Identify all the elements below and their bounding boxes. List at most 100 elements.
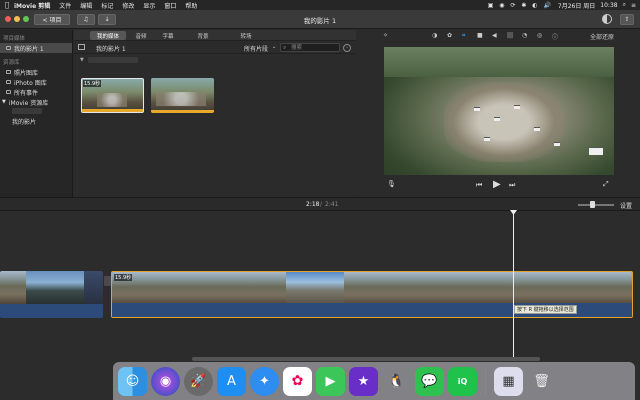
house-image — [474, 107, 480, 111]
reset-all-button[interactable]: 全部还原 — [590, 32, 614, 41]
sidebar-item-label: iPhoto 图库 — [14, 79, 47, 87]
browser-path: 我的影片 1 — [96, 46, 126, 53]
sidebar-item-my-movie[interactable]: 我的影片 — [0, 116, 72, 126]
menu-help[interactable]: 帮助 — [185, 1, 197, 10]
time-separator: / — [320, 201, 323, 208]
section-project-media: 项目媒体 — [3, 36, 26, 42]
tab-transitions[interactable]: 转场 — [234, 31, 258, 40]
trash-icon[interactable]: 🗑 — [527, 367, 556, 396]
zoom-slider[interactable] — [578, 204, 614, 206]
preview-icon[interactable]: ▦ — [494, 366, 523, 396]
clip-frame — [228, 272, 286, 305]
house-image — [494, 117, 500, 121]
menu-window[interactable]: 窗口 — [164, 1, 176, 10]
menu-modify[interactable]: 修改 — [122, 1, 134, 10]
house-image — [534, 127, 540, 131]
filter-icon[interactable]: ◎ — [537, 32, 542, 39]
tab-audio[interactable]: 音频 — [129, 31, 153, 40]
fullscreen-icon[interactable]: ⤢ — [603, 180, 609, 189]
timeline-scrollbar[interactable] — [192, 357, 540, 361]
clip-frame — [286, 272, 344, 305]
playback-controls: 🎙 ⏮ ▶ ⏭ ⤢ — [357, 179, 640, 192]
volume-icon[interactable]: ◀ — [492, 32, 497, 39]
sidebar-toggle-icon[interactable] — [78, 44, 85, 50]
dock-divider — [485, 367, 486, 395]
qq-icon[interactable]: 🐧 — [382, 367, 411, 396]
event-disclosure-icon[interactable]: ▼ — [80, 57, 84, 63]
microphone-icon[interactable]: 🎙 — [387, 180, 396, 188]
iqiyi-icon[interactable]: iQ — [448, 366, 477, 396]
safari-icon[interactable]: ✦ — [250, 366, 279, 396]
status-icons: ▣ ◉ ⟳ ✱ ◐ 🔊 — [487, 1, 553, 9]
filter-select[interactable]: 所有片段 — [244, 44, 268, 53]
wechat-icon[interactable]: 💬 — [415, 366, 444, 396]
menubar-date: 7月26日 周日 — [557, 2, 596, 10]
clip-frame — [84, 271, 103, 304]
color-correction-icon[interactable]: ✿ — [447, 32, 452, 39]
window-title: 我的影片 1 — [303, 17, 337, 25]
clip-duration: 15.9秒 — [83, 80, 102, 87]
section-libraries: 资源库 — [3, 60, 20, 66]
search-input[interactable]: 搜索 — [280, 43, 340, 52]
timeline-settings-button[interactable]: 设置 — [620, 201, 632, 210]
finder-icon[interactable]: ☺ — [118, 366, 147, 396]
app-store-icon[interactable]: A — [217, 366, 246, 396]
skip-forward-icon[interactable]: ⏭ — [509, 181, 515, 190]
timeline-clip[interactable] — [0, 271, 103, 318]
transition-icon[interactable] — [104, 276, 111, 286]
info-icon[interactable]: ⓘ — [552, 32, 558, 41]
menu-list-icon[interactable]: ≡ — [631, 2, 636, 9]
magic-wand-icon[interactable]: ✧ — [383, 32, 388, 39]
menu-app[interactable]: iMovie 剪辑 — [14, 1, 50, 10]
speed-icon[interactable]: ◔ — [522, 32, 527, 39]
launchpad-icon[interactable]: 🚀 — [184, 366, 213, 396]
equalizer-icon[interactable]: ||| — [507, 32, 513, 39]
playhead-handle[interactable] — [510, 210, 517, 215]
clip-frame — [518, 272, 576, 305]
sidebar-item-project[interactable]: 我的影片 1 — [0, 43, 72, 53]
stabilization-icon[interactable]: ■ — [477, 32, 483, 39]
tab-my-media[interactable]: 我的媒体 — [90, 31, 126, 40]
menu-view[interactable]: 显示 — [143, 1, 155, 10]
sidebar-item-all-events[interactable]: 所有事件 — [0, 87, 72, 97]
adjust-toolbar: ✧ ◑ ✿ ⌗ ■ ◀ ||| ◔ ◎ ⓘ 全部还原 — [357, 30, 640, 42]
village-image — [444, 82, 564, 162]
menu-edit[interactable]: 编辑 — [80, 1, 92, 10]
sidebar-item-imovie-library[interactable]: ▼ iMovie 资源库 — [0, 97, 72, 107]
library-sidebar: 项目媒体 我的影片 1 资源库 照片图库 iPhoto 图库 所有事件 ▼ iMo… — [0, 30, 73, 197]
browser-subbar: 我的影片 1 所有片段 ⌄ 搜索 ⌕ · — [74, 42, 356, 54]
facetime-icon[interactable]: ▶ — [316, 366, 345, 396]
apple-icon[interactable]:  — [0, 1, 14, 9]
share-icon[interactable]: ⇪ — [620, 14, 634, 25]
search-icon[interactable]: ⌕ — [623, 1, 626, 9]
playhead[interactable] — [513, 211, 514, 361]
media-clip-thumbnail[interactable]: 15.9秒 — [81, 78, 144, 113]
settings-icon[interactable]: · — [343, 44, 351, 52]
theme-icon[interactable] — [602, 14, 612, 24]
browser-tabs: 我的媒体 音频 字幕 背景 转场 — [74, 30, 356, 41]
sidebar-item-label: iMovie 资源库 — [8, 99, 49, 107]
menu-file[interactable]: 文件 — [59, 1, 71, 10]
photos-icon — [6, 70, 11, 74]
imovie-icon[interactable]: ★ — [349, 366, 378, 396]
sidebar-item-iphoto[interactable]: iPhoto 图库 — [0, 77, 72, 87]
play-icon[interactable]: ▶ — [493, 179, 501, 190]
tab-titles[interactable]: 字幕 — [156, 31, 180, 40]
sidebar-item-label: 所有事件 — [14, 89, 39, 97]
tab-backgrounds[interactable]: 背景 — [191, 31, 215, 40]
sidebar-item-photos[interactable]: 照片图库 — [0, 67, 72, 77]
dock: ☺ ◉ 🚀 A ✦ ✿ ▶ ★ 🐧 💬 iQ ▦ 🗑 — [113, 362, 635, 400]
crop-icon[interactable]: ⌗ — [462, 32, 465, 40]
photos-icon[interactable]: ✿ — [283, 366, 312, 396]
village-image — [156, 92, 206, 106]
media-clip-thumbnail[interactable] — [151, 78, 214, 113]
star-icon — [6, 90, 11, 94]
color-balance-icon[interactable]: ◑ — [432, 32, 437, 39]
house-image — [554, 142, 560, 146]
skip-back-icon[interactable]: ⏮ — [476, 181, 482, 190]
menu-mark[interactable]: 标记 — [101, 1, 113, 10]
siri-icon[interactable]: ◉ — [151, 366, 180, 396]
zoom-slider-knob[interactable] — [590, 201, 595, 208]
sidebar-item-label: 照片图库 — [14, 69, 39, 77]
clip-frame — [460, 272, 518, 305]
